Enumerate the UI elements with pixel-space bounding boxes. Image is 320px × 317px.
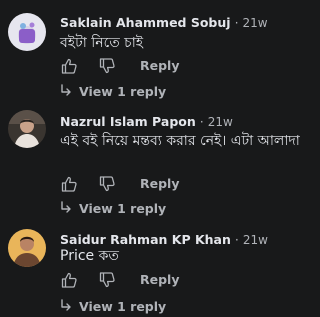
- thumbs-down-icon[interactable]: [98, 271, 116, 289]
- author-name[interactable]: Nazrul Islam Papon: [60, 114, 196, 129]
- thumbs-up-icon[interactable]: [60, 175, 78, 193]
- comment-meta: Saklain Ahammed Sobuj · 21w: [60, 15, 268, 30]
- thumbs-down-icon[interactable]: [98, 175, 116, 193]
- author-name[interactable]: Saklain Ahammed Sobuj: [60, 15, 231, 30]
- avatar-image: [8, 13, 46, 51]
- view-replies-label: View 1 reply: [79, 201, 167, 216]
- author-name[interactable]: Saidur Rahman KP Khan: [60, 232, 231, 247]
- separator-dot: ·: [234, 15, 239, 30]
- avatar-image: [8, 229, 46, 267]
- comment-1: Saklain Ahammed Sobuj · 21w বইটা নিতে চা…: [0, 0, 319, 103]
- comment-text: বইটা নিতে চাই: [60, 35, 144, 51]
- comment-meta: Saidur Rahman KP Khan · 21w: [60, 232, 268, 247]
- separator-dot: ·: [234, 232, 239, 247]
- comment-3: Saidur Rahman KP Khan · 21w Price কত Rep…: [0, 223, 319, 317]
- timestamp[interactable]: 21w: [243, 233, 268, 247]
- comment-text: এই বই নিয়ে মন্তব্য করার নেই। এটা আলাদা: [60, 133, 300, 149]
- avatar[interactable]: [8, 110, 46, 148]
- comment-meta: Nazrul Islam Papon · 21w: [60, 114, 233, 129]
- avatar[interactable]: [8, 229, 46, 267]
- reply-arrow-icon: [61, 201, 71, 213]
- view-replies-label: View 1 reply: [79, 84, 167, 99]
- reply-arrow-icon: [61, 84, 71, 96]
- avatar-image: [8, 110, 46, 148]
- thumbs-down-icon[interactable]: [98, 57, 116, 75]
- reply-button[interactable]: Reply: [140, 272, 179, 287]
- comment-text: Price কত: [60, 248, 119, 264]
- timestamp[interactable]: 21w: [243, 16, 268, 30]
- reply-button[interactable]: Reply: [140, 58, 179, 73]
- reply-button[interactable]: Reply: [140, 176, 179, 191]
- comment-2: Nazrul Islam Papon · 21w এই বই নিয়ে মন্…: [0, 103, 319, 223]
- thumbs-up-icon[interactable]: [60, 57, 78, 75]
- avatar[interactable]: [8, 13, 46, 51]
- view-replies-label: View 1 reply: [79, 299, 167, 314]
- reply-arrow-icon: [61, 299, 71, 311]
- separator-dot: ·: [199, 114, 204, 129]
- timestamp[interactable]: 21w: [208, 115, 233, 129]
- thumbs-up-icon[interactable]: [60, 271, 78, 289]
